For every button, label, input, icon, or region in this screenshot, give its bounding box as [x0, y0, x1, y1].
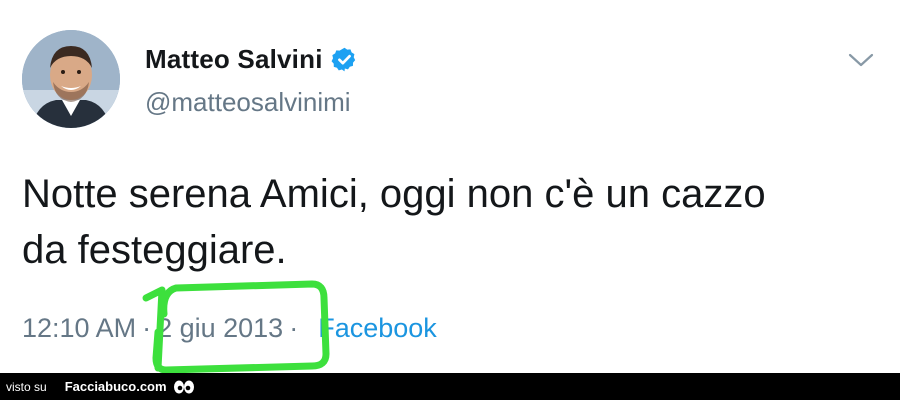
tweet-text-line: da festeggiare.: [22, 228, 287, 272]
tweet-text: Notte serena Amici, oggi non c'è un cazz…: [22, 166, 882, 278]
green-marker-highlight: [142, 280, 330, 374]
eyes-icon: [173, 380, 194, 393]
watermark-bar: visto su Facciabuco.com: [0, 373, 900, 400]
tweet-time[interactable]: 12:10 AM: [22, 313, 136, 344]
author-row: Matteo Salvini: [145, 44, 358, 75]
profile-photo: [22, 30, 120, 128]
verified-badge-icon: [331, 47, 355, 72]
watermark-brand[interactable]: Facciabuco.com: [65, 379, 167, 394]
chevron-down-icon[interactable]: [846, 50, 876, 70]
user-handle[interactable]: @matteosalvinimi: [145, 87, 351, 118]
tweet-text-line: Notte serena Amici, oggi non c'è un cazz…: [22, 172, 766, 216]
display-name[interactable]: Matteo Salvini: [145, 44, 323, 75]
avatar[interactable]: [22, 30, 120, 128]
watermark-prefix: visto su: [6, 379, 47, 394]
